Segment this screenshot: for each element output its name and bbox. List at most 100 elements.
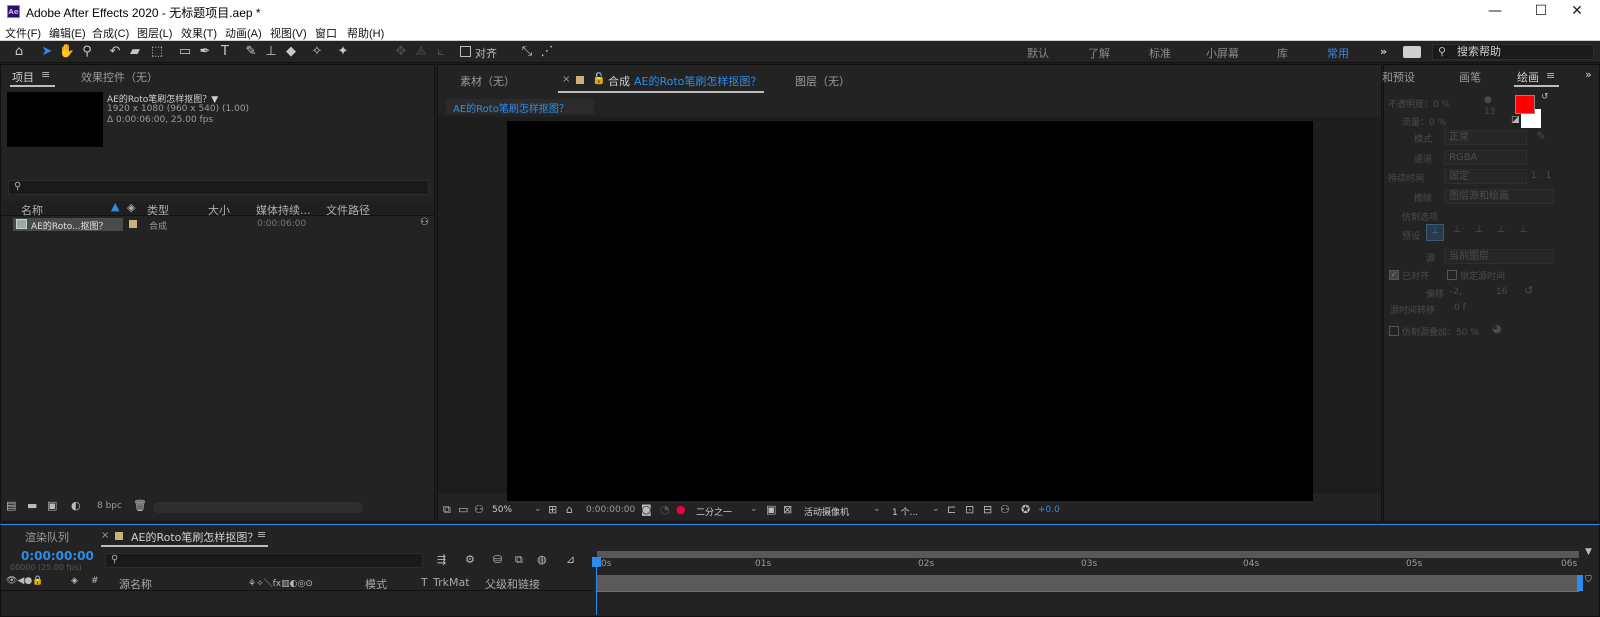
always-preview-icon[interactable]: ⧉ (443, 503, 451, 517)
draft-3d-icon[interactable]: ⚙ (465, 553, 475, 566)
tab-layer[interactable]: 图层（无） (795, 73, 850, 89)
clone-overlay-checkbox[interactable] (1389, 326, 1399, 336)
workspace-standard[interactable]: 标准 (1149, 45, 1171, 61)
home-icon[interactable]: ⌂ (10, 43, 28, 61)
layer-switches-icons[interactable]: ⚘✧＼fx▥◐◎⊙ (248, 576, 313, 589)
clone-preset-2-icon[interactable]: ⊥ (1448, 224, 1466, 241)
rectangle-tool-icon[interactable]: ▭ (176, 43, 194, 61)
panel-menu-icon[interactable]: ≡ (41, 68, 50, 81)
source-time-value[interactable]: 0 f (1454, 303, 1466, 313)
clone-preset-5-icon[interactable]: ⊥ (1514, 224, 1532, 241)
tab-render-queue[interactable]: 渲染队列 (25, 529, 69, 545)
column-size[interactable]: 大小 (208, 202, 230, 218)
offset-y-value[interactable]: 16 (1496, 287, 1507, 297)
new-composition-icon[interactable]: ▣ (47, 499, 57, 512)
type-tool-icon[interactable]: T (216, 43, 234, 61)
snap-grid-icon[interactable]: ⋰ (538, 43, 556, 61)
snapshot-icon[interactable]: ◙ (641, 503, 652, 516)
tab-composition[interactable]: AE的Roto笔刷怎样抠图？ (634, 73, 761, 89)
chevron-down-icon[interactable]: ⌄ (873, 504, 881, 514)
hand-tool-icon[interactable]: ✋ (58, 43, 76, 61)
project-search-input[interactable]: ⚲ (8, 180, 429, 195)
mode-dropdown[interactable]: 正常 (1444, 130, 1527, 145)
comp-marker-bin-icon[interactable]: ▼ (1585, 547, 1592, 557)
snapping-icon[interactable]: ⤡ (518, 43, 536, 61)
timeline-search-input[interactable]: ⚲ (105, 553, 423, 568)
fast-previews-icon[interactable]: ⊡ (965, 503, 974, 516)
default-colors-icon[interactable]: ◪ (1511, 115, 1520, 125)
menu-window[interactable]: 窗口 (315, 25, 337, 41)
column-type[interactable]: 类型 (147, 202, 169, 218)
chevron-down-icon[interactable]: ⌄ (932, 504, 940, 514)
clone-preset-1-icon[interactable]: ⊥ (1426, 224, 1444, 241)
lock-source-time-checkbox[interactable] (1447, 270, 1457, 280)
eyedropper-icon[interactable]: ✎ (1536, 129, 1546, 143)
camera-tool-icon[interactable]: ▰ (126, 43, 144, 61)
label-column-icon[interactable]: ◈ (127, 201, 135, 214)
current-time-indicator-line[interactable] (596, 565, 597, 615)
views-dropdown[interactable]: 1 个... (892, 505, 918, 518)
source-dropdown[interactable]: 当前图层 (1444, 249, 1554, 264)
exposure-reset-icon[interactable]: ✪ (1021, 503, 1030, 516)
exposure-value[interactable]: +0.0 (1038, 505, 1060, 515)
sync-settings-icon[interactable] (1403, 46, 1421, 58)
color-channels-icon[interactable]: ● (676, 503, 686, 516)
flowchart-icon[interactable]: ⚇ (1000, 503, 1010, 516)
interpret-footage-icon[interactable]: ▤ (6, 499, 16, 512)
menu-file[interactable]: 文件(F) (5, 25, 41, 41)
bit-depth-button[interactable]: 8 bpc (97, 501, 122, 511)
camera-dropdown[interactable]: 活动摄像机 (804, 505, 849, 518)
menu-animation[interactable]: 动画(A) (225, 25, 262, 41)
help-search-input[interactable]: ⚲ 搜索帮助 (1432, 44, 1594, 60)
workspace-default[interactable]: 默认 (1027, 45, 1049, 61)
aligned-checkbox[interactable]: ✓ (1389, 270, 1399, 280)
clone-preset-4-icon[interactable]: ⊥ (1492, 224, 1510, 241)
close-timeline-tab-icon[interactable]: × (101, 530, 109, 541)
close-button[interactable]: ✕ (1554, 0, 1600, 23)
swap-colors-icon[interactable]: ↺ (1541, 92, 1549, 102)
workspace-more-button[interactable]: » (1380, 45, 1387, 58)
horizontal-scrollbar[interactable] (153, 502, 363, 513)
vr-icon[interactable]: ⚇ (474, 503, 484, 516)
table-row[interactable]: AE的Roto...抠图？ 合成 0:00:06:00 ⚇ (1, 217, 434, 232)
duration-dropdown[interactable]: 固定 (1444, 169, 1527, 184)
column-media-duration[interactable]: 媒体持续... (256, 202, 311, 218)
hide-shy-layers-icon[interactable]: ⛁ (493, 553, 502, 566)
workspace-learn[interactable]: 了解 (1088, 45, 1110, 61)
tab-footage[interactable]: 素材（无） (460, 73, 515, 89)
tab-project[interactable]: 项目 (12, 69, 34, 85)
composition-mini-flowchart-icon[interactable]: ⇶ (437, 553, 446, 566)
rotate-tool-icon[interactable]: ↶ (106, 43, 124, 61)
time-ruler[interactable]: 0s 01s 02s 03s 04s 05s 06s (593, 559, 1583, 573)
workspace-small-screen[interactable]: 小屏幕 (1206, 45, 1239, 61)
sort-ascending-icon[interactable]: ▲ (111, 200, 119, 213)
column-mode[interactable]: 模式 (365, 576, 387, 592)
work-area-bar[interactable] (597, 551, 1579, 558)
zoom-dropdown[interactable]: 50% (492, 505, 512, 515)
frame-blending-icon[interactable]: ⧉ (515, 553, 523, 567)
delete-icon[interactable]: 🗑 (133, 499, 147, 512)
foreground-color-swatch[interactable] (1515, 95, 1535, 114)
clone-stamp-tool-icon[interactable]: ⊥ (262, 43, 280, 61)
label-color-swatch[interactable] (129, 220, 137, 228)
align-checkbox[interactable] (460, 46, 471, 57)
puppet-pin-tool-icon[interactable]: ✦ (334, 43, 352, 61)
timeline-icon[interactable]: ⊟ (983, 503, 992, 516)
eraser-tool-icon[interactable]: ◆ (282, 43, 300, 61)
new-folder-icon[interactable]: ▬ (27, 499, 37, 512)
roto-brush-tool-icon[interactable]: ✧ (308, 43, 326, 61)
column-preserve-transparency[interactable]: T (421, 576, 428, 589)
column-source-name[interactable]: 源名称 (119, 576, 152, 592)
breadcrumb[interactable]: AE的Roto笔刷怎样抠图？ (446, 99, 594, 115)
lock-icon[interactable]: 🔓 (592, 72, 606, 85)
offset-x-value[interactable]: -2, (1450, 287, 1462, 297)
chevron-down-icon[interactable]: ⌄ (750, 504, 758, 514)
workspace-common[interactable]: 常用 (1327, 45, 1349, 61)
monitor-icon[interactable]: ▭ (458, 503, 468, 516)
av-switches-icon[interactable]: 👁◀●🔒 (6, 576, 43, 586)
erase-dropdown[interactable]: 图层源和绘画 (1444, 189, 1554, 204)
tab-effects-presets[interactable]: 和预设 (1382, 69, 1415, 85)
panel-menu-icon[interactable]: ≡ (1546, 69, 1555, 82)
column-track-matte[interactable]: TrkMat (433, 576, 470, 589)
brush-tool-icon[interactable]: ✎ (242, 43, 260, 61)
